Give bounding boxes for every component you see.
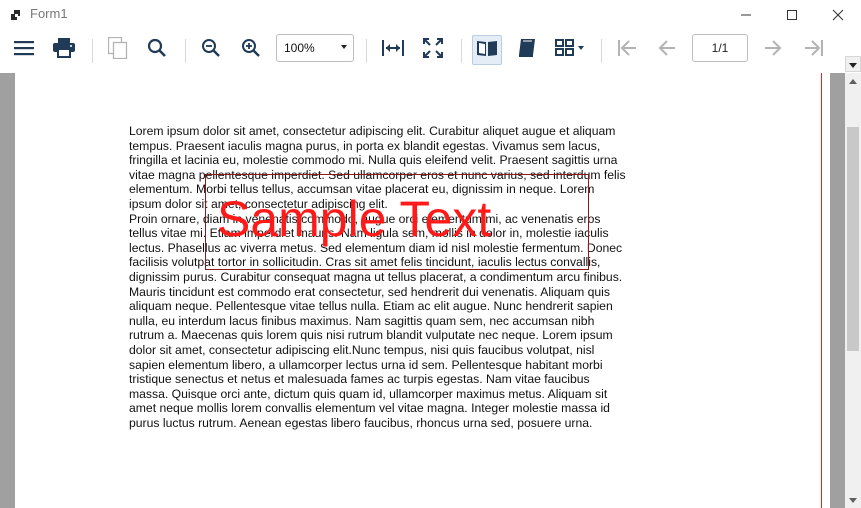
- toolbar-separator: [461, 39, 462, 63]
- multiple-pages-button[interactable]: [553, 35, 587, 65]
- zoom-out-icon: [201, 38, 221, 62]
- search-icon: [147, 38, 167, 62]
- first-page-button[interactable]: [612, 35, 642, 65]
- hamburger-menu-icon: [14, 40, 34, 60]
- fit-width-icon: [382, 39, 404, 61]
- chevron-down-icon: [341, 45, 347, 49]
- scrollbar-thumb[interactable]: [847, 127, 859, 351]
- fit-page-button[interactable]: [418, 35, 448, 65]
- scroll-up-button[interactable]: [845, 73, 861, 89]
- next-arrow-icon: [764, 39, 782, 61]
- grid-icon: [555, 39, 585, 61]
- zoom-out-button[interactable]: [196, 35, 226, 65]
- title-bar: Form1: [0, 0, 861, 30]
- watermark-text: Sample Text: [217, 191, 492, 247]
- previous-arrow-icon: [658, 39, 676, 61]
- maximize-button[interactable]: [769, 0, 815, 30]
- minimize-icon: [740, 6, 752, 25]
- scroll-up-icon: [849, 78, 857, 84]
- toolbar-separator: [366, 39, 367, 63]
- print-button[interactable]: [49, 35, 79, 65]
- zoom-value: 100%: [284, 41, 315, 55]
- zoom-in-button[interactable]: [236, 35, 266, 65]
- page-margin-line: [821, 73, 822, 508]
- search-button[interactable]: [142, 35, 172, 65]
- page-number-input[interactable]: 1/1: [692, 34, 748, 62]
- document-viewer[interactable]: Lorem ipsum dolor sit amet, consectetur …: [0, 73, 845, 508]
- printer-icon: [53, 38, 75, 62]
- close-button[interactable]: [815, 0, 861, 30]
- zoom-in-icon: [241, 38, 261, 62]
- fit-page-icon: [423, 38, 443, 62]
- copy-icon: [107, 36, 128, 63]
- fit-width-button[interactable]: [378, 35, 408, 65]
- open-book-icon: [476, 39, 498, 61]
- previous-page-button[interactable]: [652, 35, 682, 65]
- toolbar-separator: [601, 39, 602, 63]
- zoom-select[interactable]: 100%: [276, 34, 354, 62]
- document-body-text: Lorem ipsum dolor sit amet, consectetur …: [129, 124, 626, 430]
- document-page: Lorem ipsum dolor sit amet, consectetur …: [15, 73, 830, 508]
- close-icon: [832, 6, 844, 25]
- toolbar-overflow-button[interactable]: [845, 56, 861, 72]
- last-page-button[interactable]: [799, 35, 829, 65]
- continuous-view-button[interactable]: [512, 35, 542, 65]
- single-page-view-button[interactable]: [472, 35, 502, 65]
- app-icon: [10, 8, 24, 22]
- maximize-icon: [786, 6, 798, 25]
- minimize-button[interactable]: [723, 0, 769, 30]
- window-title: Form1: [30, 6, 68, 21]
- vertical-scrollbar[interactable]: [845, 73, 861, 508]
- scroll-down-button[interactable]: [845, 492, 861, 508]
- scroll-book-icon: [517, 38, 537, 62]
- toolbar-separator: [92, 39, 93, 63]
- next-page-button[interactable]: [758, 35, 788, 65]
- scroll-down-icon: [849, 497, 857, 503]
- menu-button[interactable]: [9, 35, 39, 65]
- first-page-icon: [617, 39, 637, 61]
- last-page-icon: [804, 39, 824, 61]
- copy-button[interactable]: [103, 35, 133, 65]
- toolbar-separator: [185, 39, 186, 63]
